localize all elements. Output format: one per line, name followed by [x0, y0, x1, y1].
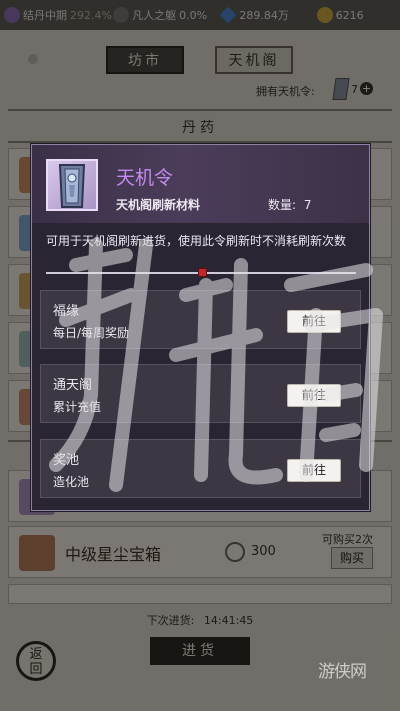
item-icon-frame [46, 159, 98, 211]
item-subtitle: 天机阁刷新材料 [116, 198, 201, 212]
source-desc: 累计充值 [53, 400, 102, 414]
quantity-label: 数量: [268, 198, 297, 212]
divider-ornament [198, 268, 207, 277]
source-title: 福缘 [53, 304, 80, 319]
source-desc: 每日/每周奖励 [53, 326, 130, 340]
source-row: 通天阁 累计充值 前往 [40, 364, 361, 423]
source-title: 通天阁 [53, 378, 93, 393]
source-row: 福缘 每日/每周奖励 前往 [40, 290, 361, 349]
source-row: 奖池 造化池 前往 [40, 439, 361, 498]
dialog-header: 天机令 天机阁刷新材料 数量: 7 [32, 145, 369, 223]
goto-button[interactable]: 前往 [287, 310, 341, 333]
item-description: 可用于天机阁刷新进货，使用此令刷新时不消耗刷新次数 [46, 234, 347, 248]
source-desc: 造化池 [53, 475, 90, 489]
item-name: 天机令 [116, 167, 174, 189]
item-detail-dialog: 天机令 天机阁刷新材料 数量: 7 可用于天机阁刷新进货，使用此令刷新时不消耗刷… [31, 144, 370, 511]
item-quantity: 数量: 7 [268, 196, 312, 213]
quantity-value: 7 [303, 198, 312, 212]
source-title: 奖池 [53, 453, 80, 468]
watermark-corner-text: 游侠网 [318, 662, 367, 682]
tianji-token-icon [58, 164, 86, 208]
goto-button[interactable]: 前往 [287, 384, 341, 407]
goto-button[interactable]: 前往 [287, 459, 341, 482]
